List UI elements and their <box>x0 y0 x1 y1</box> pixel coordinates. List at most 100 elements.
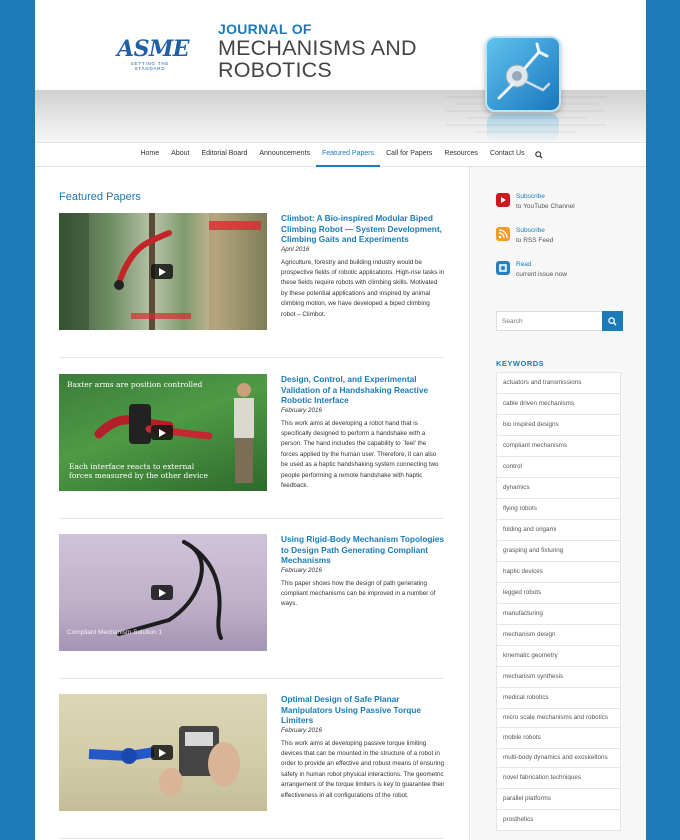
keyword-link[interactable]: mechanism design <box>496 625 621 646</box>
cover-reflection <box>487 114 559 142</box>
keyword-link[interactable]: manufacturing <box>496 604 621 625</box>
play-button[interactable] <box>151 264 173 279</box>
subscribe-sublabel: to RSS Feed <box>516 237 554 244</box>
page-title: Featured Papers <box>59 191 141 203</box>
read-label: Read <box>516 261 532 268</box>
asme-logo-tagline: SETTING THE STANDARD <box>130 61 170 71</box>
article-date: February 2016 <box>281 566 322 574</box>
article-body: Climbot: A Bio-inspired Modular Biped Cl… <box>281 213 445 320</box>
asme-logo[interactable]: ASME SETTING THE STANDARD <box>117 36 190 71</box>
read-current-issue-link[interactable]: Read current issue now <box>496 261 626 285</box>
keyword-link[interactable]: novel fabrication techniques <box>496 768 621 789</box>
article-abstract: This work aims at developing passive tor… <box>281 739 445 799</box>
site-header: ASME SETTING THE STANDARD JOURNAL OF MEC… <box>35 0 646 142</box>
keyword-link[interactable]: flying robots <box>496 499 621 520</box>
keyword-link[interactable]: bio inspired designs <box>496 415 621 436</box>
page: ASME SETTING THE STANDARD JOURNAL OF MEC… <box>35 0 646 840</box>
play-icon <box>158 748 166 757</box>
video-thumbnail[interactable] <box>59 694 267 811</box>
divider <box>59 357 444 358</box>
subscribe-sublabel: to YouTube Channel <box>516 203 575 210</box>
keyword-link[interactable]: haptic devices <box>496 562 621 583</box>
video-thumbnail[interactable]: Baxter arms are position controlled Each… <box>59 374 267 491</box>
keyword-link[interactable]: kinematic geometry <box>496 646 621 667</box>
article-body: Optimal Design of Safe Planar Manipulato… <box>281 694 445 801</box>
issue-icon <box>496 261 510 275</box>
robot-hand-icon <box>497 42 551 100</box>
thumbnail-caption-bottom: Each interface reacts to external forces… <box>69 462 209 480</box>
article-abstract: Agriculture, forestry and building indus… <box>281 258 445 318</box>
video-thumbnail[interactable] <box>59 213 267 330</box>
journal-title-line2: MECHANISMS AND <box>218 36 417 60</box>
article-abstract: This work aims at developing a robot han… <box>281 419 439 489</box>
nav-call-for-papers[interactable]: Call for Papers <box>380 142 438 167</box>
keyword-link[interactable]: mobile robots <box>496 728 621 749</box>
subscribe-youtube-link[interactable]: Subscribe to YouTube Channel <box>496 193 626 217</box>
nav-home[interactable]: Home <box>134 142 165 167</box>
journal-cover-image <box>485 36 561 112</box>
play-button[interactable] <box>151 585 173 600</box>
keyword-link[interactable]: dynamics <box>496 478 621 499</box>
article-date: April 2016 <box>281 245 310 253</box>
divider <box>59 678 444 679</box>
divider <box>59 518 444 519</box>
article-title-link[interactable]: Climbot: A Bio-inspired Modular Biped Cl… <box>281 213 445 245</box>
play-icon <box>158 267 166 276</box>
video-thumbnail[interactable]: Compliant Mechanism Solution 1 <box>59 534 267 651</box>
search-icon <box>534 150 543 159</box>
keyword-link[interactable]: folding and origami <box>496 520 621 541</box>
rss-icon <box>496 227 510 241</box>
divider <box>59 838 444 839</box>
article-body: Design, Control, and Experimental Valida… <box>281 374 445 491</box>
nav-search-button[interactable] <box>531 142 547 167</box>
nav-editorial-board[interactable]: Editorial Board <box>195 142 253 167</box>
subscribe-label: Subscribe <box>516 193 545 200</box>
play-icon <box>158 428 166 437</box>
keyword-link[interactable]: medical robotics <box>496 688 621 709</box>
play-icon <box>158 588 166 597</box>
article-title-link[interactable]: Using Rigid-Body Mechanism Topologies to… <box>281 534 445 566</box>
nav-featured-papers[interactable]: Featured Papers <box>315 142 381 167</box>
main-nav: Home About Editorial Board Announcements… <box>35 142 646 167</box>
article-date: February 2016 <box>281 406 322 414</box>
article-date: February 2016 <box>281 726 322 734</box>
asme-logo-word: ASME <box>117 36 190 62</box>
keyword-link[interactable]: multi-body dynamics and exoskeltons <box>496 749 621 768</box>
journal-title-line1: JOURNAL OF <box>218 21 312 37</box>
article-abstract: This paper shows how the design of path … <box>281 579 436 608</box>
keywords-list: actuators and transmissions cable driven… <box>496 372 621 831</box>
keyword-link[interactable]: compliant mechanisms <box>496 436 621 457</box>
subscribe-rss-link[interactable]: Subscribe to RSS Feed <box>496 227 626 251</box>
keyword-link[interactable]: control <box>496 457 621 478</box>
sidebar: Subscribe to YouTube Channel Subscribe t… <box>469 167 646 840</box>
play-button[interactable] <box>151 745 173 760</box>
nav-resources[interactable]: Resources <box>438 142 483 167</box>
search-submit-button[interactable] <box>602 311 623 331</box>
journal-title[interactable]: JOURNAL OF MECHANISMS AND ROBOTICS <box>218 21 417 81</box>
keyword-link[interactable]: mechanism synthesis <box>496 667 621 688</box>
nav-contact-us[interactable]: Contact Us <box>484 142 531 167</box>
keyword-link[interactable]: legged robots <box>496 583 621 604</box>
nav-announcements[interactable]: Announcements <box>253 142 316 167</box>
youtube-icon <box>496 193 510 207</box>
thumbnail-caption-top: Baxter arms are position controlled <box>67 380 203 389</box>
play-button[interactable] <box>151 425 173 440</box>
article-title-link[interactable]: Design, Control, and Experimental Valida… <box>281 374 445 406</box>
keyword-link[interactable]: grasping and fixturing <box>496 541 621 562</box>
thumbnail-caption: Compliant Mechanism Solution 1 <box>67 629 163 636</box>
main-content: Featured Papers Climbot: A Bio-inspired … <box>35 167 469 840</box>
keyword-link[interactable]: actuators and transmissions <box>496 372 621 394</box>
nav-about[interactable]: About <box>165 142 195 167</box>
keyword-link[interactable]: cable driven mechanisms <box>496 394 621 415</box>
keyword-link[interactable]: micro scale mechanisms and robotics <box>496 709 621 728</box>
article-title-link[interactable]: Optimal Design of Safe Planar Manipulato… <box>281 694 445 726</box>
keyword-link[interactable]: prosthetics <box>496 810 621 831</box>
journal-title-line3: ROBOTICS <box>218 58 332 82</box>
keywords-heading: KEYWORDS <box>496 359 545 368</box>
read-sublabel: current issue now <box>516 271 567 278</box>
subscribe-label: Subscribe <box>516 227 545 234</box>
search-input[interactable] <box>496 311 603 331</box>
article-body: Using Rigid-Body Mechanism Topologies to… <box>281 534 445 610</box>
search-icon <box>608 316 617 326</box>
keyword-link[interactable]: parallel platforms <box>496 789 621 810</box>
